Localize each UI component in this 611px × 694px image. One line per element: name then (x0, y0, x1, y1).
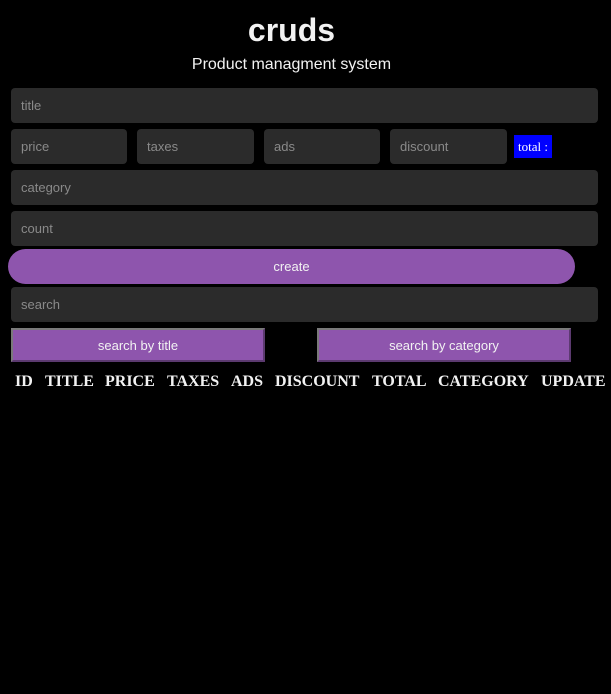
search-by-title-button[interactable]: search by title (11, 328, 265, 362)
taxes-input[interactable] (137, 129, 254, 164)
app-subtitle: Product managment system (191, 56, 392, 73)
column-header-id: ID (15, 373, 33, 390)
column-header-title: TITLE (45, 373, 94, 390)
column-header-update: UPDATE (541, 373, 606, 390)
total-badge: total : (514, 135, 552, 158)
column-header-category: CATEGORY (438, 373, 529, 390)
column-header-price: PRICE (105, 373, 155, 390)
app-title: cruds (247, 12, 336, 48)
create-button[interactable]: create (8, 249, 575, 284)
category-input[interactable] (11, 170, 598, 205)
ads-input[interactable] (264, 129, 380, 164)
price-input[interactable] (11, 129, 127, 164)
discount-input[interactable] (390, 129, 507, 164)
title-input[interactable] (11, 88, 598, 123)
column-header-discount: DISCOUNT (275, 373, 360, 390)
count-input[interactable] (11, 211, 598, 246)
search-by-category-button[interactable]: search by category (317, 328, 571, 362)
table-header: ID TITLE PRICE TAXES ADS DISCOUNT TOTAL … (0, 371, 611, 393)
column-header-taxes: TAXES (167, 373, 220, 390)
column-header-ads: ADS (231, 373, 264, 390)
search-input[interactable] (11, 287, 598, 322)
column-header-total: TOTAL (372, 373, 427, 390)
